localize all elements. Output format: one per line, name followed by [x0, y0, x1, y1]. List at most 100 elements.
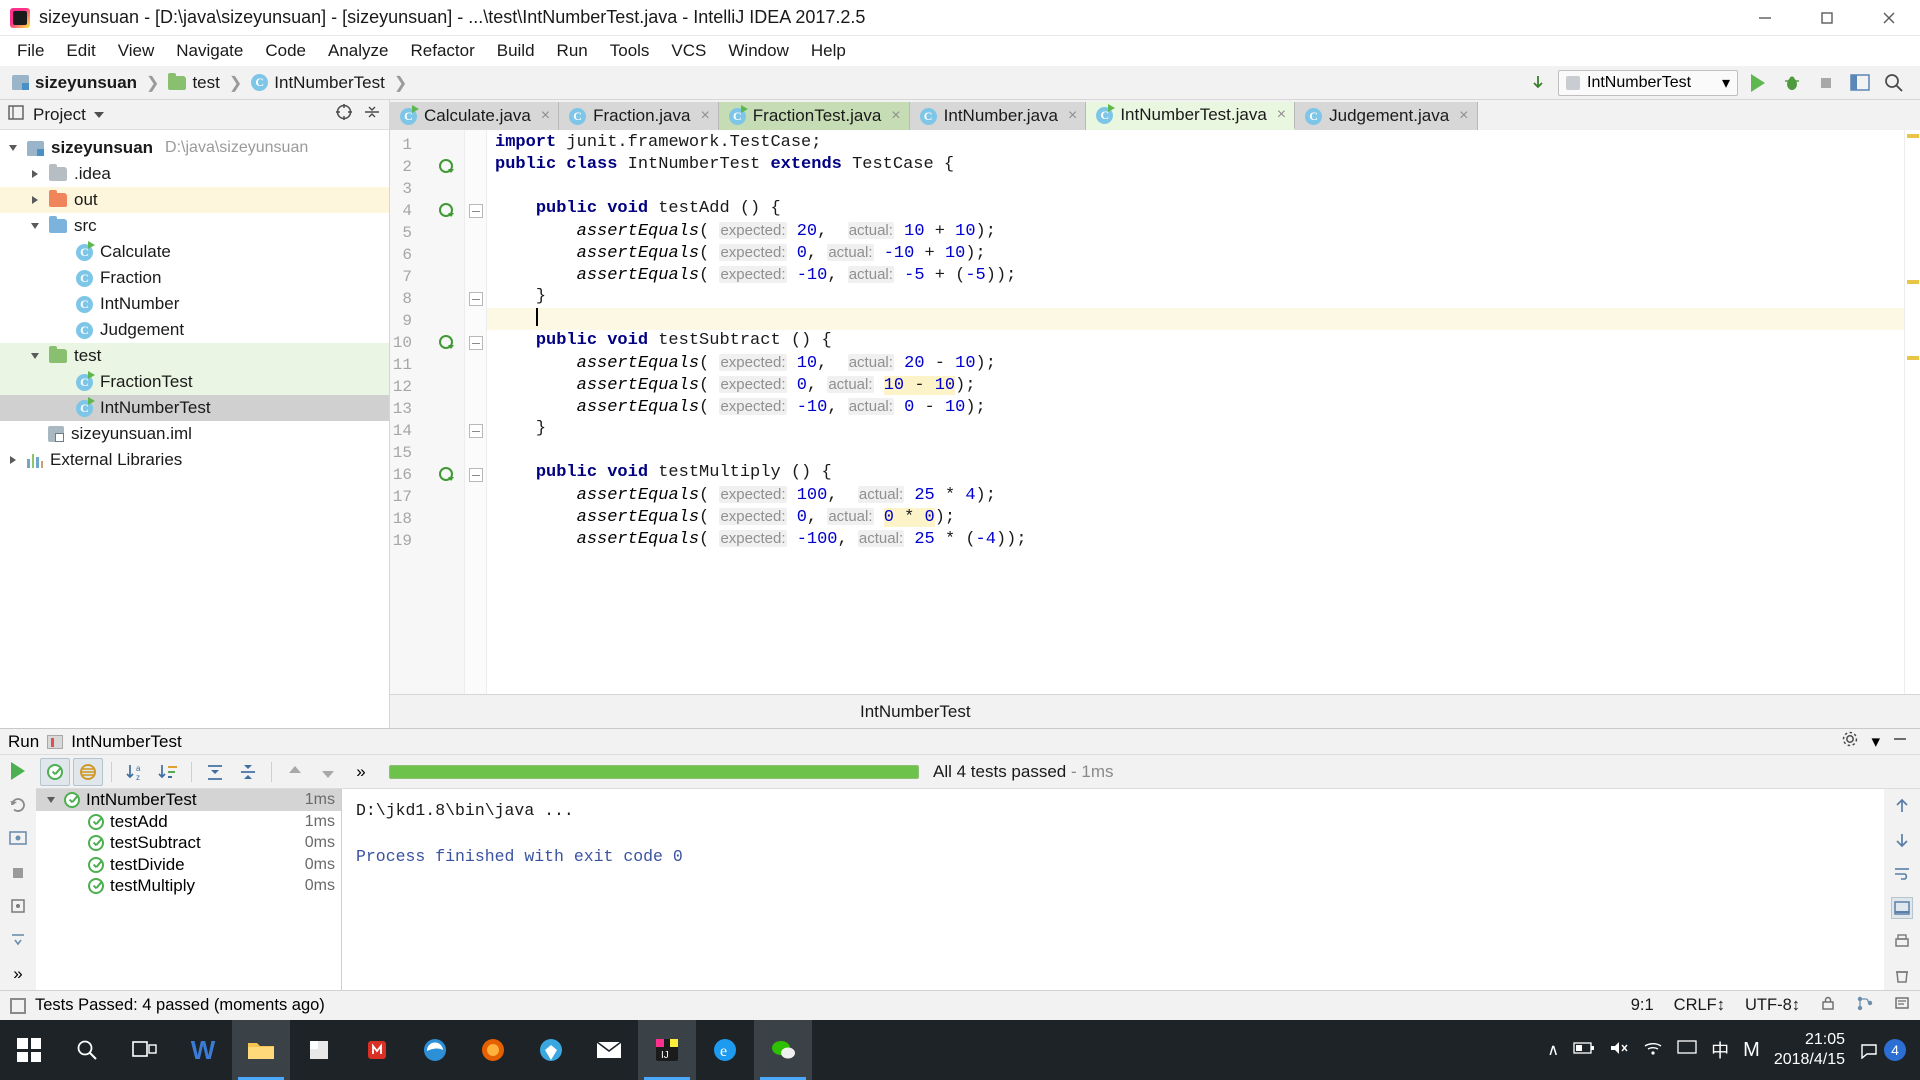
fold-collapse-icon[interactable] [469, 204, 483, 218]
run-button[interactable] [1744, 69, 1772, 97]
rerun-icon[interactable] [7, 761, 29, 781]
menu-file[interactable]: File [6, 38, 55, 64]
tree-node-idea[interactable]: .idea [0, 161, 389, 187]
fold-collapse-icon[interactable] [469, 468, 483, 482]
chevron-right-icon[interactable] [6, 456, 20, 464]
rerun-failed-icon[interactable] [7, 795, 29, 815]
tree-node-iml[interactable]: sizeyunsuan.iml [0, 421, 389, 447]
battery-icon[interactable] [1573, 1041, 1595, 1060]
marker-warning[interactable] [1907, 280, 1919, 284]
dump-threads-icon[interactable] [7, 897, 29, 917]
menu-help[interactable]: Help [800, 38, 857, 64]
tree-node-intnumbertest[interactable]: C IntNumberTest [0, 395, 389, 421]
update-project-icon[interactable] [1524, 69, 1552, 97]
display-icon[interactable] [1677, 1039, 1697, 1061]
collapse-all-icon[interactable] [335, 103, 353, 126]
taskbar-item-wechat[interactable] [754, 1020, 812, 1080]
test-row-root[interactable]: IntNumberTest 1ms [36, 789, 341, 811]
breadcrumb-item-project[interactable]: sizeyunsuan [8, 72, 141, 94]
tab-fractiontest-java[interactable]: C FractionTest.java × [718, 102, 910, 130]
menu-analyze[interactable]: Analyze [317, 38, 399, 64]
more-options-icon[interactable]: » [7, 964, 29, 984]
show-passed-tests-button[interactable] [40, 757, 70, 786]
tree-node-src[interactable]: src [0, 213, 389, 239]
caret-position[interactable]: 9:1 [1631, 996, 1654, 1015]
close-icon[interactable]: × [1277, 106, 1286, 124]
tree-node-external-libraries[interactable]: External Libraries [0, 447, 389, 473]
menu-refactor[interactable]: Refactor [399, 38, 485, 64]
project-tree[interactable]: sizeyunsuan D:\java\sizeyunsuan .idea ou… [0, 130, 389, 728]
collapse-run-icon[interactable] [7, 930, 29, 950]
search-taskbar-button[interactable] [58, 1020, 116, 1080]
chevron-down-icon[interactable] [28, 353, 42, 359]
test-row-testmultiply[interactable]: testMultiply 0ms [36, 875, 341, 897]
chevron-down-icon[interactable] [6, 145, 20, 151]
more-toolbar-button[interactable]: » [346, 758, 376, 786]
menu-code[interactable]: Code [254, 38, 317, 64]
expand-all-button[interactable] [200, 758, 230, 786]
ime-language-label[interactable]: 中 [1711, 1037, 1729, 1063]
chevron-down-icon[interactable] [28, 223, 42, 229]
run-configuration-selector[interactable]: IntNumberTest ▾ [1558, 69, 1738, 96]
console-output[interactable]: D:\jkd1.8\bin\java ... Process finished … [342, 789, 1884, 990]
menu-edit[interactable]: Edit [55, 38, 106, 64]
tab-fraction-java[interactable]: C Fraction.java × [559, 102, 719, 130]
soft-wrap-icon[interactable] [1891, 863, 1913, 885]
taskbar-item-firefox[interactable] [464, 1020, 522, 1080]
run-panel-config-name[interactable]: IntNumberTest [71, 732, 182, 752]
fold-end-icon[interactable] [469, 424, 483, 438]
breadcrumb-item-class[interactable]: C IntNumberTest [247, 72, 389, 94]
sort-by-duration-button[interactable] [153, 758, 183, 786]
ime-mode-icon[interactable]: M [1743, 1039, 1760, 1062]
test-row-testadd[interactable]: testAdd 1ms [36, 811, 341, 833]
taskbar-item-store[interactable] [290, 1020, 348, 1080]
tree-node-judgement[interactable]: C Judgement [0, 317, 389, 343]
close-icon[interactable]: × [541, 107, 550, 125]
taskbar-item-app-red[interactable] [348, 1020, 406, 1080]
test-row-testsubtract[interactable]: testSubtract 0ms [36, 832, 341, 854]
tree-node-test[interactable]: test [0, 343, 389, 369]
tab-intnumbertest-java[interactable]: C IntNumberTest.java × [1086, 102, 1296, 130]
search-everywhere-icon[interactable] [1880, 69, 1908, 97]
previous-failed-test-button[interactable] [280, 758, 310, 786]
stop-icon[interactable] [7, 863, 29, 883]
chevron-down-icon[interactable] [93, 111, 104, 118]
minimize-button[interactable] [1734, 0, 1796, 36]
run-test-gutter-icon[interactable] [438, 334, 456, 352]
sort-alphabetically-button[interactable]: az [120, 758, 150, 786]
taskbar-item-browser[interactable] [522, 1020, 580, 1080]
editor-breadcrumb-class[interactable]: IntNumberTest [860, 702, 971, 722]
menu-navigate[interactable]: Navigate [165, 38, 254, 64]
maximize-button[interactable] [1796, 0, 1858, 36]
tab-intnumber-java[interactable]: C IntNumber.java × [909, 102, 1087, 130]
marker-warning[interactable] [1907, 134, 1919, 138]
tree-node-sizeyunsuan[interactable]: sizeyunsuan D:\java\sizeyunsuan [0, 135, 389, 161]
clock[interactable]: 21:05 2018/4/15 [1774, 1030, 1845, 1070]
restore-layout-icon[interactable] [1846, 69, 1874, 97]
run-test-gutter-icon[interactable] [438, 158, 456, 176]
start-button[interactable] [0, 1020, 58, 1080]
tab-judgement-java[interactable]: C Judgement.java × [1295, 102, 1478, 130]
toggle-auto-test-icon[interactable] [7, 829, 29, 849]
hide-panel-icon[interactable] [363, 103, 381, 126]
taskbar-item-ie[interactable]: e [696, 1020, 754, 1080]
close-icon[interactable]: × [1068, 107, 1077, 125]
chevron-right-icon[interactable] [28, 196, 42, 204]
run-test-gutter-icon[interactable] [438, 202, 456, 220]
scroll-down-icon[interactable] [1891, 829, 1913, 851]
tree-node-calculate[interactable]: C Calculate [0, 239, 389, 265]
menu-view[interactable]: View [107, 38, 166, 64]
print-icon[interactable] [1891, 931, 1913, 953]
task-view-button[interactable] [116, 1020, 174, 1080]
next-failed-test-button[interactable] [313, 758, 343, 786]
marker-warning[interactable] [1907, 356, 1919, 360]
test-row-testdivide[interactable]: testDivide 0ms [36, 854, 341, 876]
tray-chevron-icon[interactable]: ∧ [1547, 1040, 1559, 1060]
close-icon[interactable]: × [891, 107, 900, 125]
folding-gutter[interactable] [465, 130, 487, 694]
fold-collapse-icon[interactable] [469, 336, 483, 350]
tab-calculate-java[interactable]: C Calculate.java × [390, 102, 560, 130]
scroll-up-icon[interactable] [1891, 795, 1913, 817]
code-text-area[interactable]: import junit.framework.TestCase; public … [487, 130, 1904, 694]
lock-icon[interactable] [1820, 995, 1836, 1016]
